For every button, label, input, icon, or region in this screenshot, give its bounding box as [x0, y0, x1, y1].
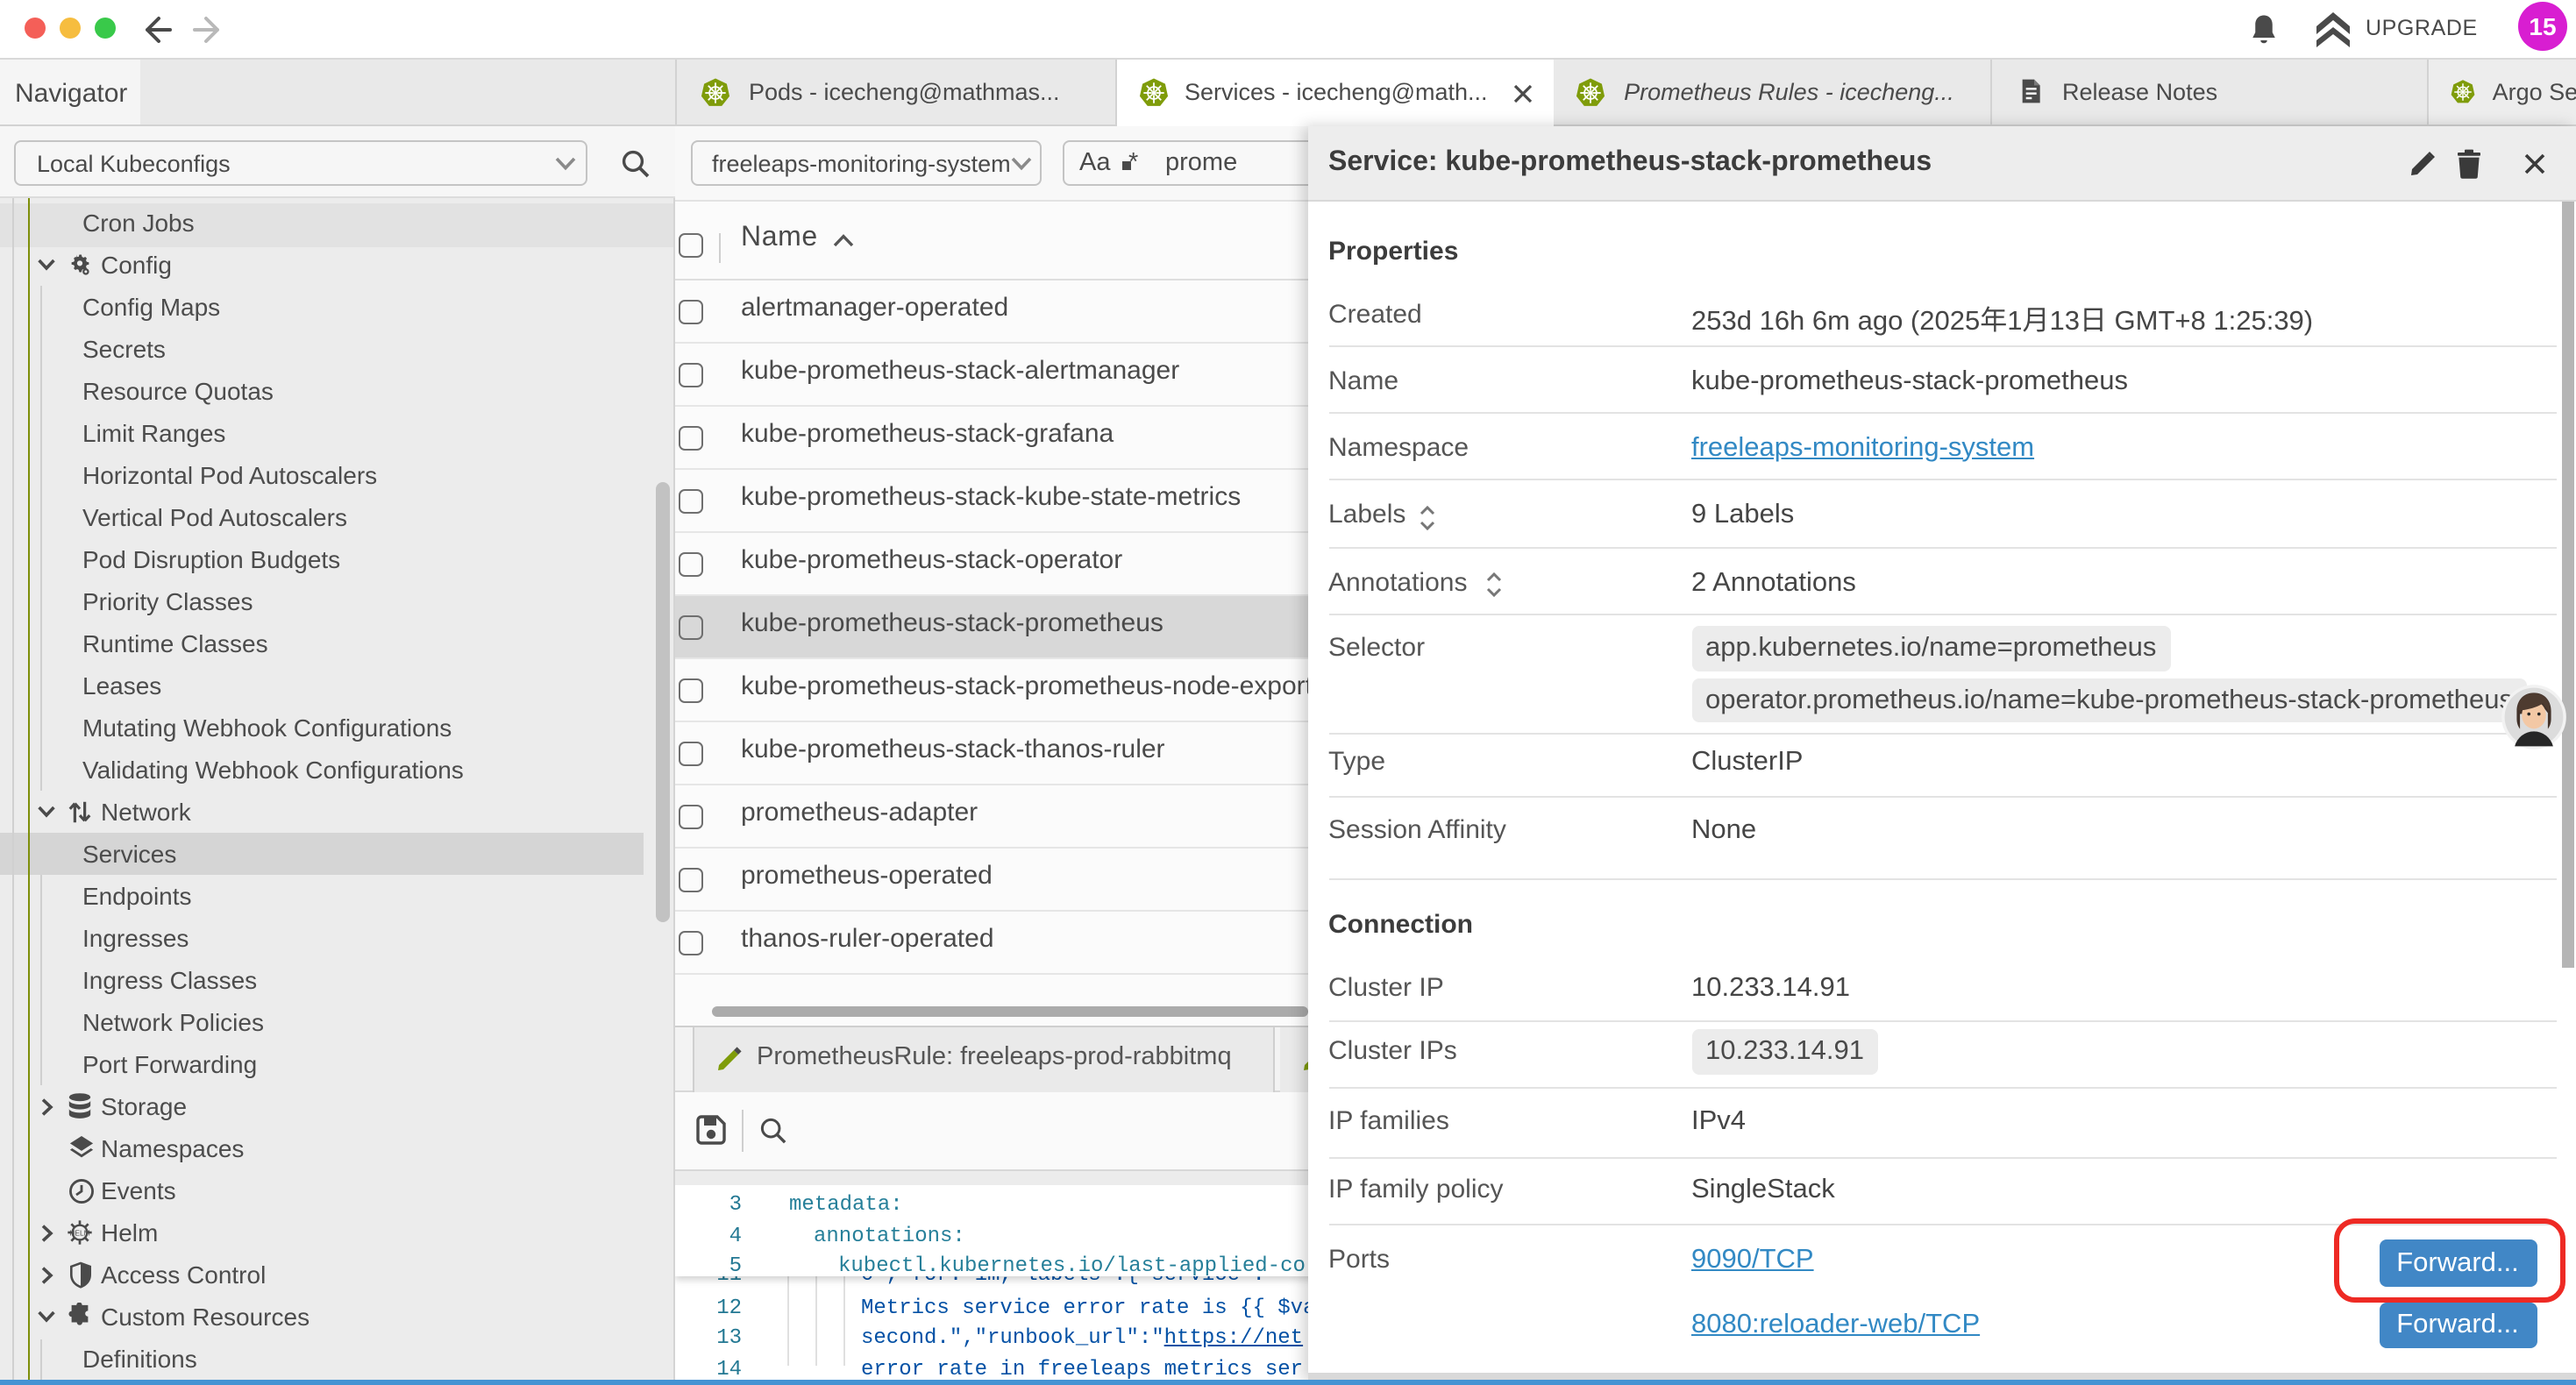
- svg-text:HELM: HELM: [69, 1229, 89, 1238]
